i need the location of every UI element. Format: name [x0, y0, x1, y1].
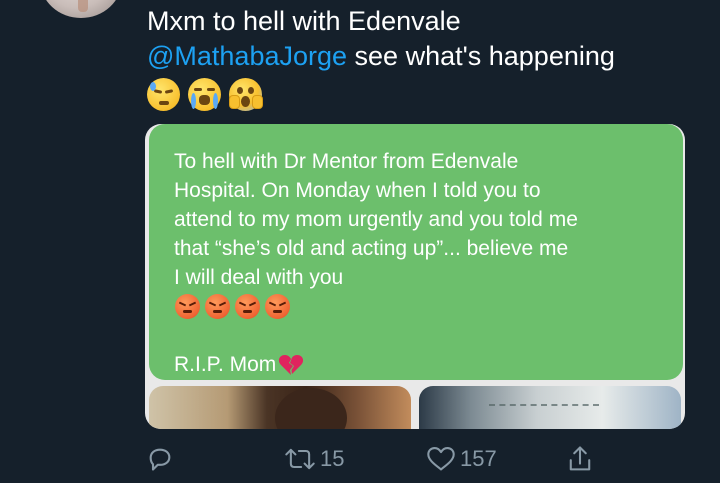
retweet-button[interactable]: 15 [284, 438, 344, 480]
angry-face-icon [205, 294, 230, 319]
reply-button[interactable] [146, 438, 174, 480]
photo-thumbnail[interactable] [419, 386, 681, 429]
tweet-text-line: Mxm to hell with Edenvale [147, 4, 461, 38]
avatar-detail [78, 0, 88, 12]
reply-icon [149, 448, 171, 471]
retweet-count: 15 [320, 446, 345, 471]
share-icon [569, 446, 591, 471]
photo-subject [275, 388, 347, 429]
retweet-icon [285, 448, 315, 470]
broken-heart-icon [279, 355, 304, 376]
angry-face-icon [235, 294, 260, 319]
media-thumbnails [145, 386, 685, 429]
angry-face-icon [175, 294, 200, 319]
message-line: Hospital. On Monday when I told you to [174, 179, 541, 202]
share-button[interactable] [566, 438, 594, 480]
mention-link[interactable]: @MathabaJorge [147, 41, 347, 71]
like-count: 157 [460, 446, 497, 471]
message-line: I will deal with you [174, 266, 344, 289]
message-line: To hell with Dr Mentor from Edenvale [174, 150, 519, 173]
message-line: attend to my mom urgently and you told m… [174, 208, 578, 231]
tweet-text-line: @MathabaJorge see what's happening [147, 39, 615, 73]
message-bubble: To hell with Dr Mentor from Edenvale Hos… [149, 124, 683, 380]
tweet-text: Mxm to hell with Edenvale [147, 6, 461, 36]
photo-detail [489, 404, 599, 420]
closing-text: R.I.P. Mom [174, 353, 277, 376]
message-line: that “she’s old and acting up”... believ… [174, 237, 569, 260]
tweet-action-bar: 15 157 [0, 438, 720, 483]
angry-emoji-row [175, 294, 290, 319]
tweet-text: see what's happening [347, 41, 615, 71]
loudly-crying-face-icon [188, 78, 221, 111]
screaming-face-icon [229, 78, 263, 111]
attached-media[interactable]: To hell with Dr Mentor from Edenvale Hos… [145, 124, 685, 429]
like-button[interactable]: 157 [426, 438, 497, 480]
tweet-emoji-row [147, 78, 263, 111]
closing-line: R.I.P. Mom [174, 350, 304, 379]
photo-thumbnail[interactable] [149, 386, 411, 429]
downcast-sweat-face-icon [147, 78, 180, 111]
angry-face-icon [265, 294, 290, 319]
heart-icon [427, 446, 455, 471]
